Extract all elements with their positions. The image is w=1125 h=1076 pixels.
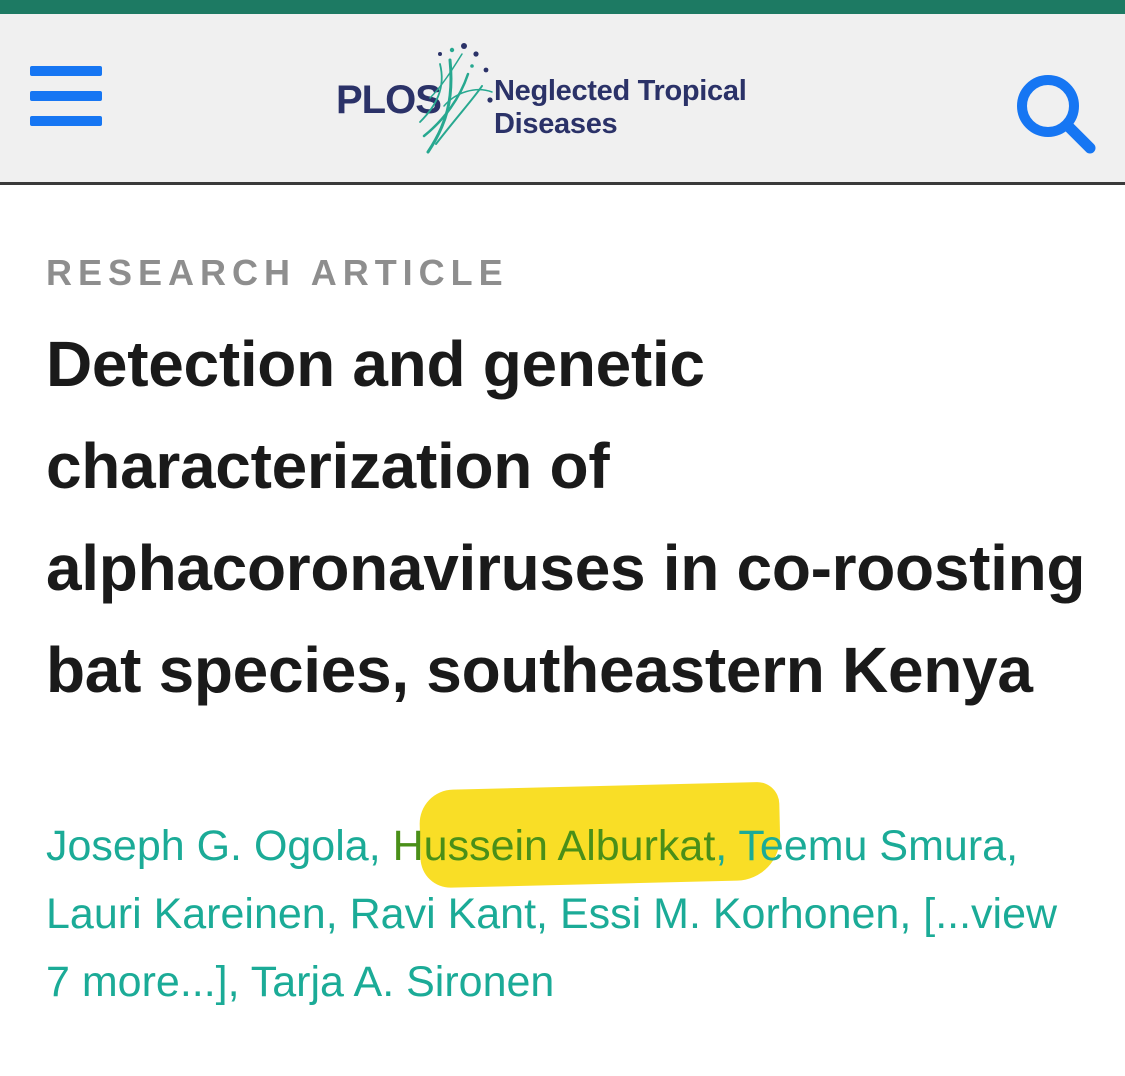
author-link-highlighted[interactable]: Hussein Alburkat bbox=[393, 822, 716, 870]
author-link[interactable]: Lauri Kareinen bbox=[46, 890, 326, 938]
plos-logo-burst-icon bbox=[419, 43, 493, 154]
site-header: PLOS Neglected Tropical Diseases bbox=[0, 14, 1125, 185]
top-accent-stripe bbox=[0, 0, 1125, 14]
article-type-label: RESEARCH ARTICLE bbox=[46, 252, 509, 293]
author-link[interactable]: Essi M. Korhonen bbox=[560, 890, 899, 938]
hamburger-menu-icon[interactable] bbox=[30, 66, 102, 126]
search-icon[interactable] bbox=[1014, 72, 1098, 156]
author-link[interactable]: Ravi Kant bbox=[350, 890, 536, 938]
article-title: Detection and genetic characterization o… bbox=[46, 328, 1086, 706]
author-link[interactable]: Tarja A. Sironen bbox=[251, 958, 555, 1006]
author-link[interactable]: Teemu Smura bbox=[738, 822, 1006, 870]
journal-name-line1: Neglected Tropical bbox=[494, 75, 747, 107]
author-link[interactable]: Joseph G. Ogola bbox=[46, 822, 369, 870]
author-list: Joseph G. Ogola, Hussein Alburkat, Teemu… bbox=[46, 822, 1058, 1006]
journal-name-line2: Diseases bbox=[494, 108, 618, 140]
journal-name: Neglected Tropical Diseases bbox=[494, 75, 747, 141]
journal-logo[interactable]: PLOS Neglected Tropical Diseases bbox=[330, 40, 800, 160]
